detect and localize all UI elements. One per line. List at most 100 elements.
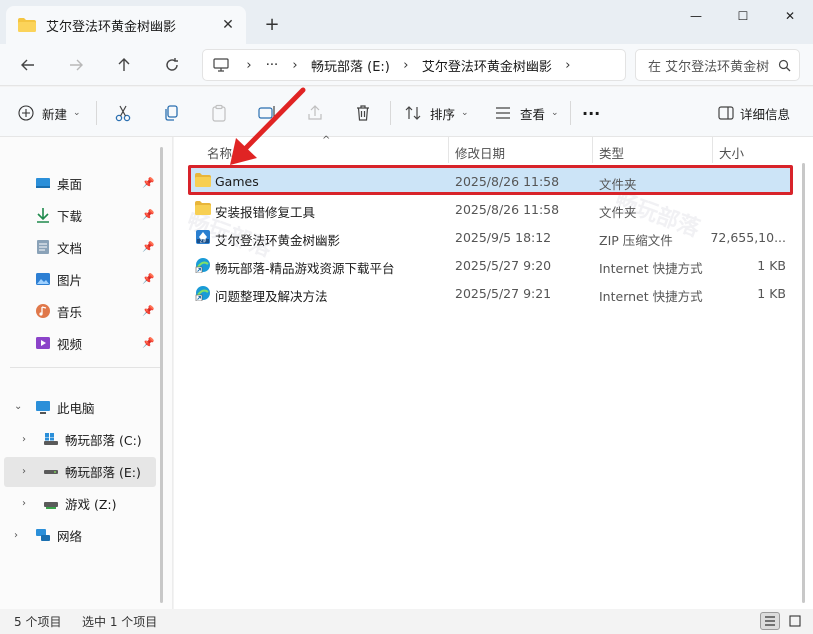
breadcrumb-current-folder[interactable]: 艾尔登法环黄金树幽影: [416, 56, 558, 75]
column-header-type[interactable]: 类型: [599, 143, 624, 162]
cut-button[interactable]: [114, 100, 132, 126]
column-divider[interactable]: [712, 137, 713, 163]
navigation-bar: › ··· › 畅玩部落 (E:) › 艾尔登法环黄金树幽影 › 在 艾尔登法环…: [0, 44, 813, 86]
new-button[interactable]: 新建 ⌄: [18, 100, 81, 126]
breadcrumb-separator: ›: [246, 57, 252, 73]
view-button[interactable]: 查看 ⌄: [494, 100, 559, 126]
rename-icon: [258, 106, 275, 120]
up-arrow-icon: [118, 58, 130, 71]
tab-title: 艾尔登法环黄金树幽影: [46, 19, 177, 35]
sidebar-item-network[interactable]: 网络: [35, 520, 82, 550]
chevron-right-icon[interactable]: ›: [22, 434, 26, 445]
sidebar-item-label: 此电脑: [57, 400, 95, 416]
up-button[interactable]: [110, 52, 138, 78]
sidebar-item-drive-z[interactable]: 游戏 (Z:): [43, 488, 117, 518]
chevron-down-icon[interactable]: ⌄: [14, 401, 22, 412]
file-row-repair-tool[interactable]: 安装报错修复工具 2025/8/26 11:58 文件夹: [188, 196, 792, 222]
pin-icon: 📌: [142, 210, 155, 221]
back-button[interactable]: [14, 52, 42, 78]
selection-count: 选中 1 个项目: [82, 615, 158, 629]
sidebar-scrollbar[interactable]: [160, 147, 163, 603]
maximize-button[interactable]: ☐: [720, 0, 766, 32]
sort-icon: [405, 106, 421, 120]
close-window-button[interactable]: ✕: [767, 0, 813, 32]
sidebar-item-drive-e[interactable]: 畅玩部落 (E:): [43, 456, 141, 486]
column-header-row: 名称 ^ 修改日期 类型 大小: [174, 135, 813, 163]
column-divider[interactable]: [448, 137, 449, 163]
desktop-icon: [35, 175, 51, 191]
sidebar-item-label: 音乐: [57, 304, 83, 320]
details-pane-button[interactable]: 详细信息: [718, 100, 790, 126]
address-bar[interactable]: › ··· › 畅玩部落 (E:) › 艾尔登法环黄金树幽影 ›: [202, 49, 626, 81]
pin-icon: 📌: [142, 242, 155, 253]
sidebar-item-documents[interactable]: 文档: [35, 232, 82, 262]
file-row-shortcut-platform[interactable]: 畅玩部落-精品游戏资源下载平台 2025/5/27 9:20 Internet …: [188, 252, 792, 278]
breadcrumb-separator: ›: [292, 57, 298, 73]
file-name: 问题整理及解决方法: [215, 289, 328, 304]
clipboard-icon: [212, 104, 226, 122]
file-date: 2025/8/26 11:58: [455, 202, 560, 217]
file-list-scrollbar[interactable]: [802, 163, 805, 603]
column-header-date[interactable]: 修改日期: [455, 143, 505, 162]
divider: [390, 101, 391, 125]
column-divider[interactable]: [592, 137, 593, 163]
sort-button[interactable]: 排序 ⌄: [404, 100, 469, 126]
details-label: 详细信息: [740, 106, 791, 122]
file-date: 2025/5/27 9:21: [455, 286, 552, 301]
pin-icon: 📌: [142, 178, 155, 189]
sidebar-item-desktop[interactable]: 桌面: [35, 168, 82, 198]
sidebar-item-drive-c[interactable]: 畅玩部落 (C:): [43, 424, 142, 454]
refresh-button[interactable]: [158, 52, 186, 78]
file-row-zip[interactable]: ZIP 艾尔登法环黄金树幽影 2025/9/5 18:12 ZIP 压缩文件 7…: [188, 224, 792, 250]
sort-ascending-icon: ^: [322, 135, 331, 146]
file-type: 文件夹: [599, 205, 637, 220]
chevron-right-icon[interactable]: ›: [22, 498, 26, 509]
breadcrumb-separator: ›: [403, 57, 409, 73]
rename-button[interactable]: [258, 100, 276, 126]
divider: [96, 101, 97, 125]
column-header-name[interactable]: 名称: [207, 143, 232, 162]
plus-circle-icon: [18, 105, 34, 121]
view-label: 查看: [520, 106, 546, 122]
sidebar-item-videos[interactable]: 视频: [35, 328, 82, 358]
delete-button[interactable]: [354, 100, 372, 126]
column-header-size[interactable]: 大小: [719, 143, 744, 162]
new-label: 新建: [42, 106, 68, 122]
new-tab-button[interactable]: +: [260, 12, 284, 36]
pictures-icon: [35, 271, 51, 287]
status-bar: 5 个项目 选中 1 个项目: [0, 609, 813, 634]
sidebar-item-label: 游戏 (Z:): [65, 496, 117, 512]
search-box[interactable]: 在 艾尔登法环黄金树幽影 中搜索: [635, 49, 800, 81]
chevron-right-icon[interactable]: ›: [14, 530, 18, 541]
sidebar-item-music[interactable]: 音乐: [35, 296, 82, 326]
back-arrow-icon: [21, 59, 34, 71]
file-list: 名称 ^ 修改日期 类型 大小 畅玩部落 畅玩部落 Games 2025/8/2…: [174, 135, 813, 609]
more-options-button[interactable]: ···: [582, 100, 600, 126]
sidebar-item-label: 文档: [57, 240, 83, 256]
chevron-down-icon: ⌄: [73, 108, 81, 118]
chevron-right-icon[interactable]: ›: [22, 466, 26, 477]
file-row-shortcut-faq[interactable]: 问题整理及解决方法 2025/5/27 9:21 Internet 快捷方式 1…: [188, 280, 792, 306]
tiles-view-button[interactable]: [785, 612, 805, 630]
share-button[interactable]: [306, 100, 324, 126]
file-date: 2025/9/5 18:12: [455, 230, 552, 245]
details-view-button[interactable]: [760, 612, 780, 630]
minimize-button[interactable]: —: [673, 0, 719, 32]
file-name: 畅玩部落-精品游戏资源下载平台: [215, 261, 395, 276]
sidebar-item-this-pc[interactable]: 此电脑: [35, 392, 95, 422]
download-icon: [35, 207, 51, 223]
breadcrumb-drive-e[interactable]: 畅玩部落 (E:): [305, 56, 396, 75]
sidebar-item-pictures[interactable]: 图片: [35, 264, 82, 294]
sidebar-item-downloads[interactable]: 下载: [35, 200, 82, 230]
tab-active[interactable]: 艾尔登法环黄金树幽影 ✕: [6, 6, 246, 44]
tab-close-button[interactable]: ✕: [216, 13, 240, 37]
internet-shortcut-icon: [195, 257, 211, 274]
file-row-games[interactable]: Games 2025/8/26 11:58 文件夹: [188, 168, 792, 194]
paste-button[interactable]: [210, 100, 228, 126]
forward-button[interactable]: [62, 52, 90, 78]
copy-button[interactable]: [162, 100, 180, 126]
file-size: 1 KB: [757, 286, 786, 301]
share-icon: [308, 105, 322, 120]
drive-icon: [43, 463, 59, 479]
breadcrumb-overflow-button[interactable]: ···: [259, 58, 285, 73]
